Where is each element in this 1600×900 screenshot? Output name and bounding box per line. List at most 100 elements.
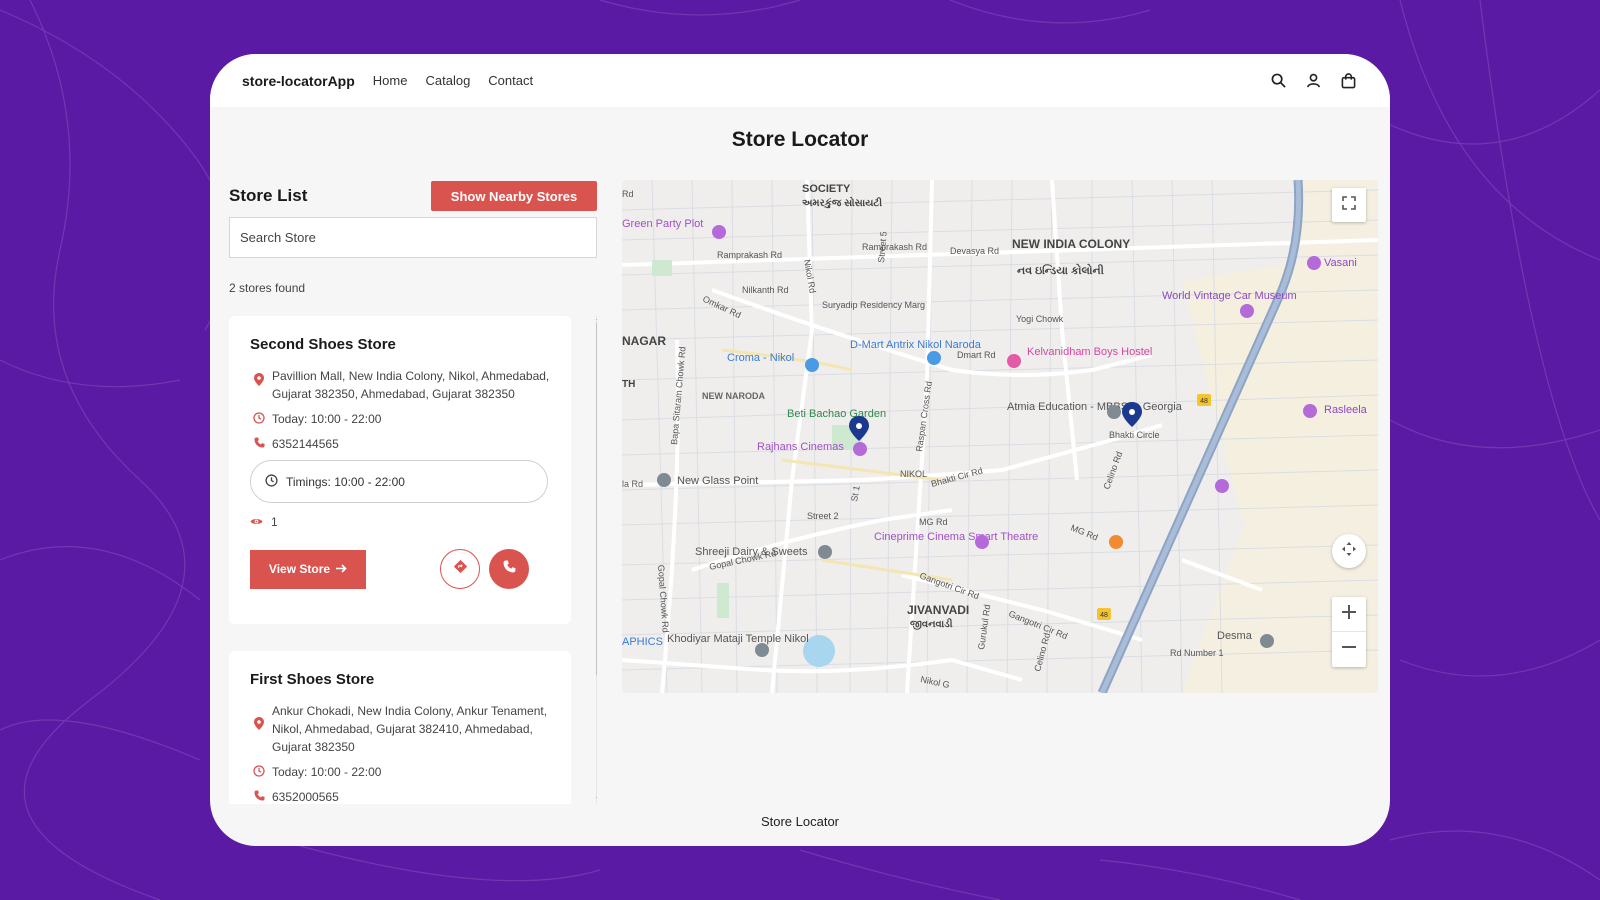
zoom-out-button[interactable] [1332, 632, 1366, 667]
scrollbar-thumb[interactable] [596, 322, 597, 676]
user-icon[interactable] [1306, 73, 1321, 88]
store-count: 2 stores found [229, 281, 306, 295]
svg-text:Ramprakash Rd: Ramprakash Rd [717, 250, 782, 260]
location-pin-icon [250, 367, 268, 386]
svg-text:New Glass Point: New Glass Point [677, 475, 758, 487]
svg-text:Croma - Nikol: Croma - Nikol [727, 352, 794, 364]
store-today-hours: Today: 10:00 - 22:00 [272, 765, 382, 779]
svg-text:જીવનવાડી: જીવનવાડી [910, 617, 953, 630]
map-canvas[interactable]: 48 48 Rd Ramprakash Rd Ramprakash Rd Dev… [622, 180, 1378, 693]
svg-text:la Rd: la Rd [622, 479, 643, 489]
timings-pill[interactable]: Timings: 10:00 - 22:00 [250, 460, 548, 503]
nav-icon-group [1271, 54, 1356, 107]
svg-text:Yogi Chowk: Yogi Chowk [1016, 314, 1064, 324]
directions-button[interactable] [440, 549, 480, 589]
views-count: 1 [271, 515, 278, 529]
phone-icon [503, 560, 516, 578]
minus-icon [1342, 640, 1356, 659]
store-phone[interactable]: 6352000565 [272, 788, 339, 804]
svg-text:SOCIETY: SOCIETY [802, 183, 851, 195]
scroll-up-arrow[interactable]: ▲ [595, 316, 597, 322]
plus-icon [1342, 604, 1356, 624]
brand-logo[interactable]: store-locatorApp [242, 73, 355, 89]
fullscreen-button[interactable] [1332, 188, 1366, 222]
clock-icon [250, 763, 268, 777]
place-marker[interactable] [1307, 256, 1321, 270]
svg-text:Nilkanth Rd: Nilkanth Rd [742, 285, 789, 295]
search-store-input[interactable] [229, 217, 597, 258]
search-icon[interactable] [1271, 73, 1286, 88]
clock-icon [265, 473, 278, 490]
store-card: First Shoes Store Ankur Chokadi, New Ind… [229, 651, 571, 804]
store-list-panel: Store List Show Nearby Stores 2 stores f… [229, 180, 597, 804]
shop-marker[interactable] [657, 473, 671, 487]
hostel-marker[interactable] [1007, 354, 1021, 368]
nav-home-link[interactable]: Home [373, 73, 408, 88]
store-views: 1 [250, 515, 550, 529]
svg-text:Atmia Education - MBBS in Geor: Atmia Education - MBBS in Georgia [1007, 401, 1183, 413]
restaurant-marker[interactable] [1109, 535, 1123, 549]
arrow-right-icon [336, 562, 347, 576]
scroll-down-arrow[interactable]: ▼ [595, 796, 597, 803]
svg-text:NAGAR: NAGAR [622, 334, 666, 348]
pan-arrows-icon [1341, 541, 1357, 562]
svg-text:Cineprime Cinema Smart Theatre: Cineprime Cinema Smart Theatre [874, 531, 1038, 543]
show-nearby-stores-button[interactable]: Show Nearby Stores [431, 181, 597, 211]
park-marker[interactable] [712, 225, 726, 239]
store-name: First Shoes Store [250, 671, 375, 688]
store-list-scroll[interactable]: Second Shoes Store Pavillion Mall, New I… [229, 316, 597, 804]
place-marker[interactable] [1215, 479, 1229, 493]
directions-icon [453, 559, 467, 578]
temple-marker[interactable] [755, 643, 769, 657]
svg-text:Street 2: Street 2 [807, 511, 839, 521]
svg-text:Desma: Desma [1217, 630, 1253, 642]
museum-marker[interactable] [1240, 304, 1254, 318]
view-store-button[interactable]: View Store [250, 549, 366, 589]
store-today-hours: Today: 10:00 - 22:00 [272, 412, 382, 426]
svg-text:Ramprakash Rd: Ramprakash Rd [862, 242, 927, 252]
svg-text:TH: TH [622, 379, 635, 390]
page-title: Store Locator [731, 128, 869, 151]
svg-text:Shreeji Dairy & Sweets: Shreeji Dairy & Sweets [695, 546, 808, 558]
svg-text:Beti Bachao Garden: Beti Bachao Garden [787, 408, 886, 420]
store-marker[interactable] [805, 358, 819, 372]
svg-text:Dmart Rd: Dmart Rd [957, 350, 996, 360]
store-address: Pavillion Mall, New India Colony, Nikol,… [272, 369, 550, 401]
cinema-marker[interactable] [853, 442, 867, 456]
cinema-marker[interactable] [975, 535, 989, 549]
svg-text:Rd Number 1: Rd Number 1 [1170, 648, 1224, 658]
svg-text:APHICS: APHICS [622, 636, 663, 648]
place-marker[interactable] [1260, 634, 1274, 648]
education-marker[interactable] [1107, 405, 1121, 419]
svg-text:Bhakti Circle: Bhakti Circle [1109, 430, 1160, 440]
shop-marker[interactable] [818, 545, 832, 559]
clock-icon [250, 410, 268, 424]
venue-marker[interactable] [1303, 404, 1317, 418]
svg-text:Devasya Rd: Devasya Rd [950, 246, 999, 256]
store-name: Second Shoes Store [250, 336, 396, 353]
shopping-bag-icon[interactable] [1341, 72, 1356, 89]
store-map[interactable]: 48 48 Rd Ramprakash Rd Ramprakash Rd Dev… [622, 180, 1378, 693]
nav-contact-link[interactable]: Contact [488, 73, 533, 88]
svg-text:Rd: Rd [622, 189, 634, 199]
phone-icon [250, 788, 268, 801]
svg-text:48: 48 [1100, 612, 1108, 619]
call-button[interactable] [489, 549, 529, 589]
zoom-controls [1332, 597, 1366, 667]
shop-marker[interactable] [927, 351, 941, 365]
fullscreen-icon [1342, 195, 1356, 215]
svg-text:World Vintage Car Museum: World Vintage Car Museum [1162, 290, 1297, 302]
svg-text:JIVANVADI: JIVANVADI [907, 603, 969, 617]
svg-text:Rasleela: Rasleela [1324, 404, 1368, 416]
list-scrollbar[interactable] [596, 316, 597, 804]
svg-text:Vasani: Vasani [1324, 257, 1357, 269]
store-list-title: Store List [229, 186, 308, 205]
zoom-in-button[interactable] [1332, 597, 1366, 632]
view-store-label: View Store [268, 562, 331, 576]
map-camera-control[interactable] [1332, 534, 1366, 568]
location-pin-icon [250, 702, 268, 730]
nav-catalog-link[interactable]: Catalog [425, 73, 470, 88]
store-phone[interactable]: 6352144565 [272, 435, 339, 453]
svg-text:Khodiyar Mataji Temple Nikol: Khodiyar Mataji Temple Nikol [667, 633, 809, 645]
timings-text: Timings: 10:00 - 22:00 [286, 474, 405, 489]
